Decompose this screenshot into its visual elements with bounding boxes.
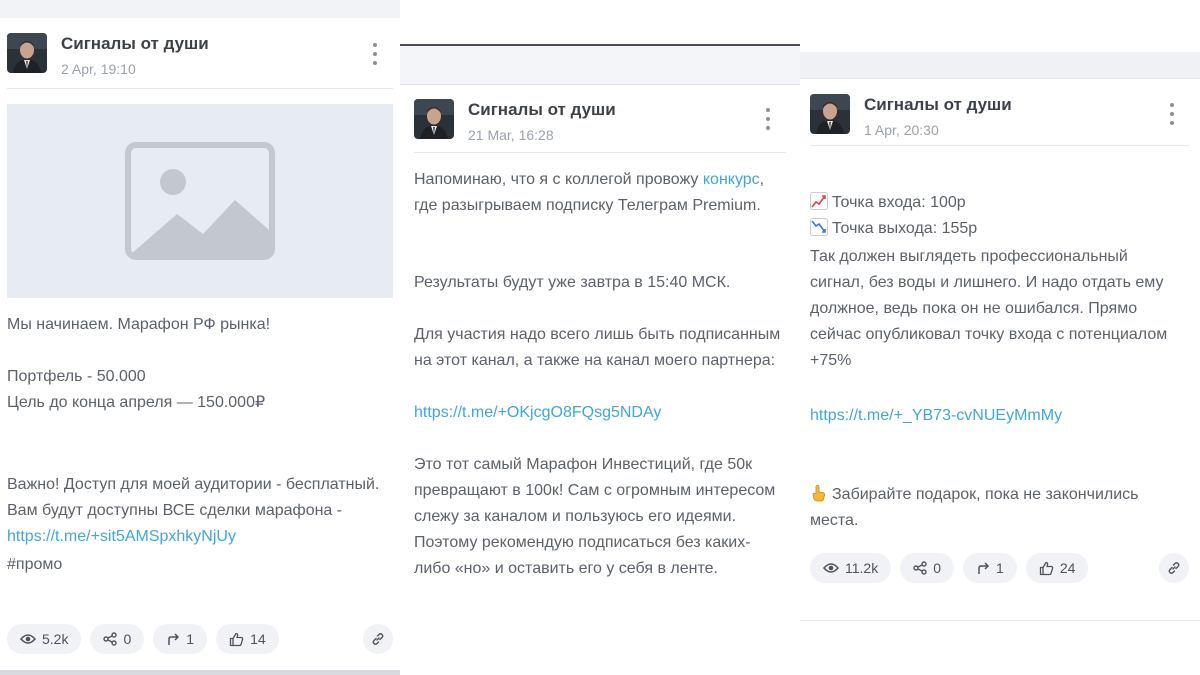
forwards-count: 1: [996, 560, 1004, 576]
post-text-2: Портфель - 50.000 Цель до конца апреля —…: [7, 368, 266, 411]
channel-name[interactable]: Сигналы от души: [864, 94, 1012, 116]
post-link-line: https://t.me/+_YB73-cvNUEyMmMy: [810, 403, 1190, 429]
top-band: [400, 46, 800, 84]
post-text-3: Важно! Доступ для моей аудитории - беспл…: [7, 446, 393, 550]
divider: [810, 145, 1190, 146]
post-date: 21 Mar, 16:28: [468, 127, 554, 143]
post-link-line: https://t.me/+OKjcgO8FQsg5NDAy: [414, 400, 790, 426]
post-link[interactable]: https://t.me/+OKjcgO8FQsg5NDAy: [414, 404, 661, 421]
chain-link-icon: [1168, 562, 1180, 574]
post-link[interactable]: https://t.me/+sit5AMSpxhkyNjUy: [7, 528, 236, 545]
more-vertical-icon[interactable]: [372, 43, 378, 65]
eye-icon: [20, 634, 36, 644]
likes-count: 24: [1059, 560, 1076, 576]
post-text-3: Для участия надо всего лишь быть подписа…: [414, 326, 781, 369]
channel-name[interactable]: Сигналы от души: [61, 33, 209, 55]
views-count: 11.2k: [845, 560, 879, 576]
post-text-3-body: Важно! Доступ для моей аудитории - беспл…: [7, 476, 380, 519]
shares-button[interactable]: 0: [900, 553, 955, 583]
likes-count: 14: [250, 631, 266, 647]
forwards-count: 1: [186, 631, 195, 647]
bottom-band: [800, 620, 1200, 675]
forward-arrow-icon: [168, 633, 180, 645]
likes-button[interactable]: 14: [216, 624, 279, 654]
more-vertical-icon[interactable]: [1169, 103, 1175, 125]
pointing-hand-emoji: [812, 484, 825, 502]
post-date: 2 Apr, 19:10: [61, 61, 136, 77]
post-text-4: Забирайте подарок, пока не закончились м…: [810, 456, 1180, 534]
post-stats: 5.2k 0 1 14: [7, 624, 279, 654]
contest-link[interactable]: конкурс: [703, 171, 760, 188]
post-text-2: Так должен выглядеть профессиональный си…: [810, 248, 1168, 369]
post-hashtag[interactable]: #промо: [7, 552, 393, 578]
post-text-1: Напоминаю, что я с коллегой провожу конк…: [414, 167, 790, 219]
post-column-2: Сигналы от души 21 Mar, 16:28 Напоминаю,…: [400, 0, 800, 675]
share-icon: [103, 632, 118, 646]
image-placeholder-icon: [125, 142, 275, 260]
exit-point-line: Точка выхода: 155р: [810, 190, 1190, 242]
post-text-1: Мы начинаем. Марафон РФ рынка!: [7, 316, 271, 333]
share-icon: [913, 561, 927, 575]
eye-icon: [823, 563, 839, 573]
forwards-button[interactable]: 1: [153, 624, 208, 654]
avatar[interactable]: [7, 33, 47, 73]
post-text-4-body: Забирайте подарок, пока не закончились м…: [810, 486, 1139, 529]
thumbs-up-icon: [229, 632, 244, 646]
bottom-band: [0, 670, 400, 675]
forward-arrow-icon: [978, 562, 990, 574]
chart-decreasing-emoji: [810, 218, 828, 236]
views-button[interactable]: 5.2k: [7, 624, 82, 654]
post-card: Сигналы от души 2 Apr, 19:10 Мы начинаем…: [0, 18, 400, 670]
views-count: 5.2k: [42, 631, 69, 647]
post-column-1: Сигналы от души 2 Apr, 19:10 Мы начинаем…: [0, 0, 400, 675]
post-column-3: Сигналы от души 1 Apr, 20:30 Точка входа…: [800, 0, 1200, 675]
forwards-button[interactable]: 1: [963, 553, 1017, 583]
exit-point-text: Точка выхода: 155р: [832, 220, 978, 237]
post-image[interactable]: [7, 104, 393, 298]
channel-name[interactable]: Сигналы от души: [468, 99, 616, 121]
post-link[interactable]: https://t.me/+_YB73-cvNUEyMmMy: [810, 407, 1062, 424]
post-date: 1 Apr, 20:30: [864, 122, 939, 138]
shares-button[interactable]: 0: [90, 624, 145, 654]
post-header: Сигналы от души 2 Apr, 19:10: [7, 33, 209, 80]
copy-link-button[interactable]: [1159, 553, 1189, 583]
divider: [7, 88, 393, 89]
post-text-2: Результаты будут уже завтра в 15:40 МСК.: [414, 274, 731, 291]
post-card: Сигналы от души 21 Mar, 16:28 Напоминаю,…: [400, 84, 800, 675]
likes-button[interactable]: 24: [1025, 553, 1089, 583]
post-card: Сигналы от души 1 Apr, 20:30 Точка входа…: [800, 78, 1200, 620]
chain-link-icon: [372, 633, 384, 645]
avatar[interactable]: [414, 99, 454, 139]
views-button[interactable]: 11.2k: [810, 553, 892, 583]
more-vertical-icon[interactable]: [765, 108, 771, 130]
thumbs-up-icon: [1039, 561, 1054, 575]
post-text-4: Это тот самый Марафон Инвестиций, где 50…: [414, 456, 776, 577]
avatar[interactable]: [810, 94, 850, 134]
shares-count: 0: [933, 560, 942, 576]
copy-link-button[interactable]: [363, 624, 393, 654]
post-text-1-a: Напоминаю, что я с коллегой провожу: [414, 171, 703, 188]
post-header: Сигналы от души 21 Mar, 16:28: [414, 99, 616, 146]
post-header: Сигналы от души 1 Apr, 20:30: [810, 94, 1012, 141]
shares-count: 0: [123, 631, 132, 647]
divider: [414, 152, 786, 153]
top-band: [800, 52, 1200, 78]
post-stats: 11.2k 0 1 24: [810, 553, 1089, 583]
